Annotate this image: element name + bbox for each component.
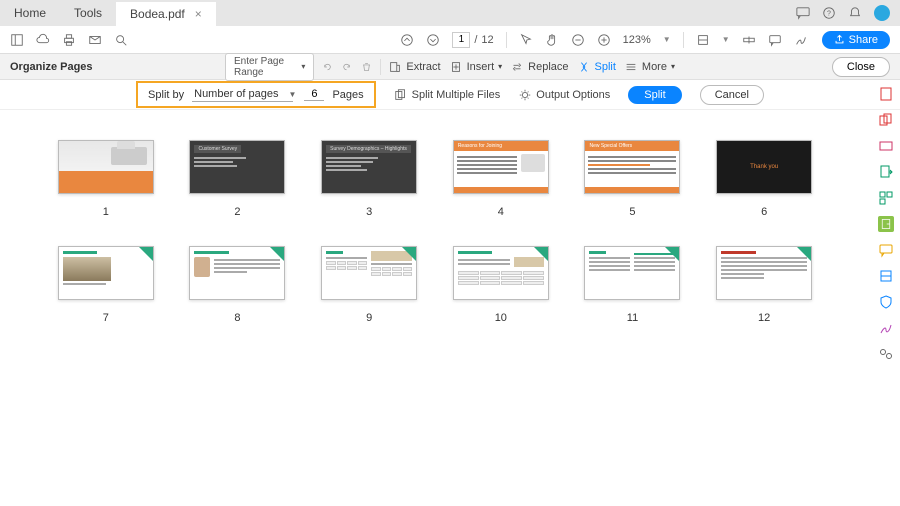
help-icon[interactable]: ? bbox=[822, 6, 836, 20]
chat-icon[interactable] bbox=[796, 6, 810, 20]
send-for-signature-icon[interactable] bbox=[878, 216, 894, 232]
zoom-level[interactable]: 123% bbox=[623, 34, 651, 46]
search-icon[interactable] bbox=[114, 33, 128, 47]
edit-pdf-icon[interactable] bbox=[878, 138, 894, 154]
avatar[interactable] bbox=[874, 5, 890, 21]
organize-icon[interactable] bbox=[878, 190, 894, 206]
subbar-title: Organize Pages bbox=[10, 61, 93, 73]
page-thumb-9[interactable]: 9 bbox=[313, 246, 425, 324]
cloud-icon[interactable] bbox=[36, 33, 50, 47]
mail-icon[interactable] bbox=[88, 33, 102, 47]
protect-icon[interactable] bbox=[878, 294, 894, 310]
page-thumb-2[interactable]: Customer Survey 2 bbox=[182, 140, 294, 218]
page-thumb-4[interactable]: Reasons for Joining 4 bbox=[445, 140, 557, 218]
svg-text:?: ? bbox=[827, 11, 831, 18]
page-up-icon[interactable] bbox=[400, 33, 414, 47]
split-method-select[interactable]: Number of pages bbox=[192, 87, 292, 102]
read-mode-icon[interactable] bbox=[742, 33, 756, 47]
panel-icon[interactable] bbox=[10, 33, 24, 47]
rotate-right-icon[interactable] bbox=[341, 60, 352, 74]
close-button[interactable]: Close bbox=[832, 57, 890, 77]
more-button[interactable]: More▾ bbox=[624, 60, 675, 74]
page-range-input[interactable]: Enter Page Range▾ bbox=[225, 53, 314, 81]
output-options-button[interactable]: Output Options bbox=[518, 88, 610, 102]
page-indicator: / 12 bbox=[452, 32, 493, 48]
split-by-label: Split by bbox=[148, 89, 184, 101]
sign-icon[interactable] bbox=[794, 33, 808, 47]
fit-width-icon[interactable] bbox=[696, 33, 710, 47]
replace-button[interactable]: Replace bbox=[510, 60, 568, 74]
page-down-icon[interactable] bbox=[426, 33, 440, 47]
hand-icon[interactable] bbox=[545, 33, 559, 47]
tab-bar: Home Tools Bodea.pdf × ? bbox=[0, 0, 900, 26]
split-options-bar: Split by Number of pages▼ Pages Split Mu… bbox=[0, 80, 900, 110]
combine-icon[interactable] bbox=[878, 112, 894, 128]
trash-icon[interactable] bbox=[361, 60, 372, 74]
page-thumb-12[interactable]: 12 bbox=[708, 246, 820, 324]
extract-button[interactable]: Extract bbox=[388, 60, 440, 74]
tab-file-label: Bodea.pdf bbox=[130, 7, 185, 21]
tab-tools[interactable]: Tools bbox=[60, 0, 116, 26]
cancel-button[interactable]: Cancel bbox=[700, 85, 764, 105]
insert-button[interactable]: Insert▾ bbox=[449, 60, 503, 74]
chevron-down-icon[interactable]: ▼ bbox=[663, 35, 671, 44]
split-pages-label: Pages bbox=[332, 89, 363, 101]
split-tab-button[interactable]: Split bbox=[577, 60, 616, 74]
page-thumb-1[interactable]: 1 bbox=[50, 140, 162, 218]
more-tools-icon[interactable] bbox=[878, 346, 894, 362]
split-count-input[interactable] bbox=[304, 88, 324, 101]
comment-tool-icon[interactable] bbox=[878, 242, 894, 258]
tab-home[interactable]: Home bbox=[0, 0, 60, 26]
split-by-group: Split by Number of pages▼ Pages bbox=[136, 81, 376, 108]
fill-sign-icon[interactable] bbox=[878, 320, 894, 336]
close-icon[interactable]: × bbox=[195, 7, 202, 21]
split-multiple-button[interactable]: Split Multiple Files bbox=[394, 88, 501, 102]
organize-subbar: Organize Pages Enter Page Range▾ Extract… bbox=[0, 54, 900, 80]
page-thumb-10[interactable]: 10 bbox=[445, 246, 557, 324]
page-thumb-6[interactable]: Thank you 6 bbox=[708, 140, 820, 218]
pointer-icon[interactable] bbox=[519, 33, 533, 47]
chevron-down-icon[interactable]: ▼ bbox=[722, 35, 730, 44]
export-pdf-icon[interactable] bbox=[878, 164, 894, 180]
page-thumb-8[interactable]: 8 bbox=[182, 246, 294, 324]
page-thumb-5[interactable]: New Special Offers 5 bbox=[577, 140, 689, 218]
zoom-out-icon[interactable] bbox=[571, 33, 585, 47]
share-button[interactable]: Share bbox=[822, 31, 890, 49]
rotate-left-icon[interactable] bbox=[322, 60, 333, 74]
bell-icon[interactable] bbox=[848, 6, 862, 20]
page-grid: 1 Customer Survey 2 Survey Demographics … bbox=[0, 110, 870, 506]
page-current-input[interactable] bbox=[452, 32, 470, 48]
page-thumb-7[interactable]: 7 bbox=[50, 246, 162, 324]
right-tool-rail bbox=[872, 80, 900, 362]
tab-file[interactable]: Bodea.pdf × bbox=[116, 0, 216, 26]
print-icon[interactable] bbox=[62, 33, 76, 47]
page-thumb-3[interactable]: Survey Demographics – Highlights 3 bbox=[313, 140, 425, 218]
scan-icon[interactable] bbox=[878, 268, 894, 284]
create-pdf-icon[interactable] bbox=[878, 86, 894, 102]
split-button[interactable]: Split bbox=[628, 86, 681, 104]
main-toolbar: / 12 123% ▼ ▼ Share bbox=[0, 26, 900, 54]
comment-icon[interactable] bbox=[768, 33, 782, 47]
page-thumb-11[interactable]: 11 bbox=[577, 246, 689, 324]
zoom-in-icon[interactable] bbox=[597, 33, 611, 47]
